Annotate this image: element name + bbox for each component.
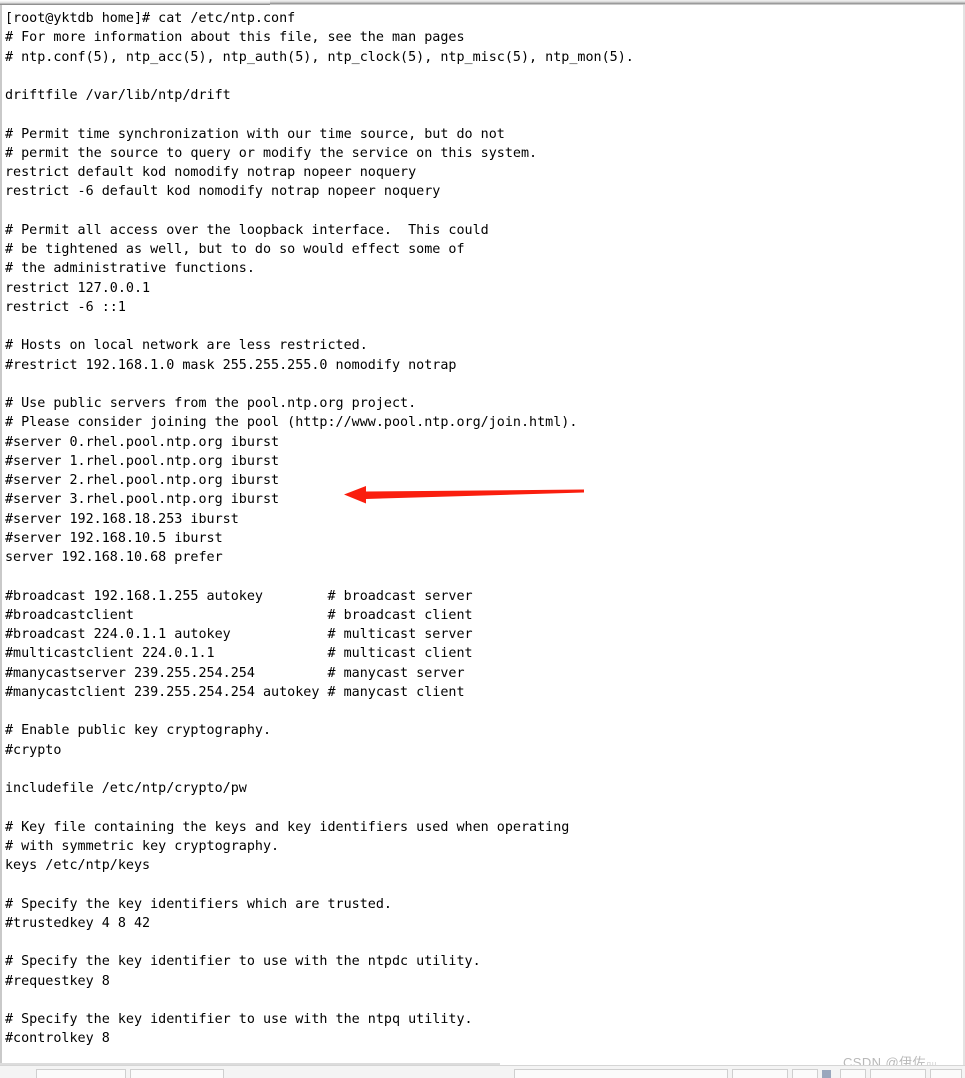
- terminal-line: #server 3.rhel.pool.ntp.org iburst: [5, 492, 280, 508]
- terminal-line: # ntp.conf(5), ntp_acc(5), ntp_auth(5), …: [5, 49, 634, 65]
- terminal-line: # the administrative functions.: [5, 261, 255, 277]
- terminal-line: #manycastserver 239.255.254.254 # manyca…: [5, 665, 465, 681]
- terminal-line: # Please consider joining the pool (http…: [5, 415, 578, 431]
- taskbar-button[interactable]: [792, 1069, 818, 1078]
- taskbar-divider-left: [0, 1063, 500, 1065]
- tray-ime-icon[interactable]: [822, 1070, 831, 1078]
- terminal-line: #restrict 192.168.1.0 mask 255.255.255.0…: [5, 357, 457, 373]
- terminal-line: # Specify the key identifier to use with…: [5, 954, 481, 970]
- terminal-line: restrict default kod nomodify notrap nop…: [5, 165, 417, 180]
- terminal-line: #broadcast 192.168.1.255 autokey # broad…: [5, 588, 473, 604]
- terminal-line: keys /etc/ntp/keys: [5, 858, 151, 873]
- taskbar-button[interactable]: [514, 1069, 728, 1078]
- taskbar-button[interactable]: [732, 1069, 788, 1078]
- terminal-line: #requestkey 8: [5, 973, 110, 989]
- terminal-line: #server 0.rhel.pool.ntp.org iburst: [5, 434, 280, 450]
- taskbar-button[interactable]: [930, 1069, 962, 1078]
- terminal-screenshot: [root@yktdb home]# cat /etc/ntp.conf # Fo…: [0, 0, 965, 1078]
- terminal-line: #broadcastclient # broadcast client: [5, 607, 473, 623]
- terminal-line: restrict 127.0.0.1: [5, 280, 151, 296]
- terminal-line: server 192.168.10.68 prefer: [5, 550, 223, 565]
- taskbar-button[interactable]: [840, 1069, 866, 1078]
- terminal-line: # Use public servers from the pool.ntp.o…: [5, 396, 417, 411]
- terminal-line: #controlkey 8: [5, 1031, 110, 1047]
- terminal-line: # Key file containing the keys and key i…: [5, 819, 570, 835]
- terminal-line: # Hosts on local network are less restri…: [5, 338, 368, 354]
- terminal-line: # permit the source to query or modify t…: [5, 145, 538, 161]
- terminal-line: restrict -6 default kod nomodify notrap …: [5, 184, 441, 200]
- taskbar-button[interactable]: [130, 1069, 224, 1078]
- terminal-line: #manycastclient 239.255.254.254 autokey …: [5, 684, 465, 700]
- window-left-border: [0, 5, 2, 1065]
- terminal-line: # Specify the key identifier to use with…: [5, 1012, 473, 1027]
- terminal-line: # For more information about this file, …: [5, 30, 465, 46]
- taskbar-button[interactable]: [870, 1069, 926, 1078]
- terminal-line: # Permit time synchronization with our t…: [5, 126, 505, 142]
- terminal-prompt-line: [root@yktdb home]# cat /etc/ntp.conf: [5, 11, 296, 26]
- terminal-line: #server 192.168.18.253 iburst: [5, 511, 239, 527]
- terminal-line: # be tightened as well, but to do so wou…: [5, 242, 465, 257]
- terminal-line: # with symmetric key cryptography.: [5, 838, 280, 854]
- terminal-line: # Enable public key cryptography.: [5, 723, 272, 739]
- terminal-line: #server 2.rhel.pool.ntp.org iburst: [5, 473, 280, 488]
- window-titlebar-remnant: [0, 0, 270, 5]
- terminal-line: #multicastclient 224.0.1.1 # multicast c…: [5, 646, 473, 662]
- terminal-line: # Permit all access over the loopback in…: [5, 222, 489, 238]
- terminal-line: #broadcast 224.0.1.1 autokey # multicast…: [5, 627, 473, 642]
- terminal-output[interactable]: [root@yktdb home]# cat /etc/ntp.conf # Fo…: [5, 9, 960, 1049]
- terminal-line: #server 192.168.10.5 iburst: [5, 530, 223, 546]
- terminal-line: restrict -6 ::1: [5, 299, 126, 315]
- terminal-line: driftfile /var/lib/ntp/drift: [5, 88, 231, 103]
- terminal-line: #trustedkey 4 8 42: [5, 915, 151, 931]
- taskbar-button[interactable]: [36, 1069, 126, 1078]
- terminal-line: includefile /etc/ntp/crypto/pw: [5, 781, 247, 796]
- terminal-line: #server 1.rhel.pool.ntp.org iburst: [5, 453, 280, 469]
- terminal-line: #crypto: [5, 742, 62, 758]
- terminal-line: # Specify the key identifiers which are …: [5, 896, 392, 912]
